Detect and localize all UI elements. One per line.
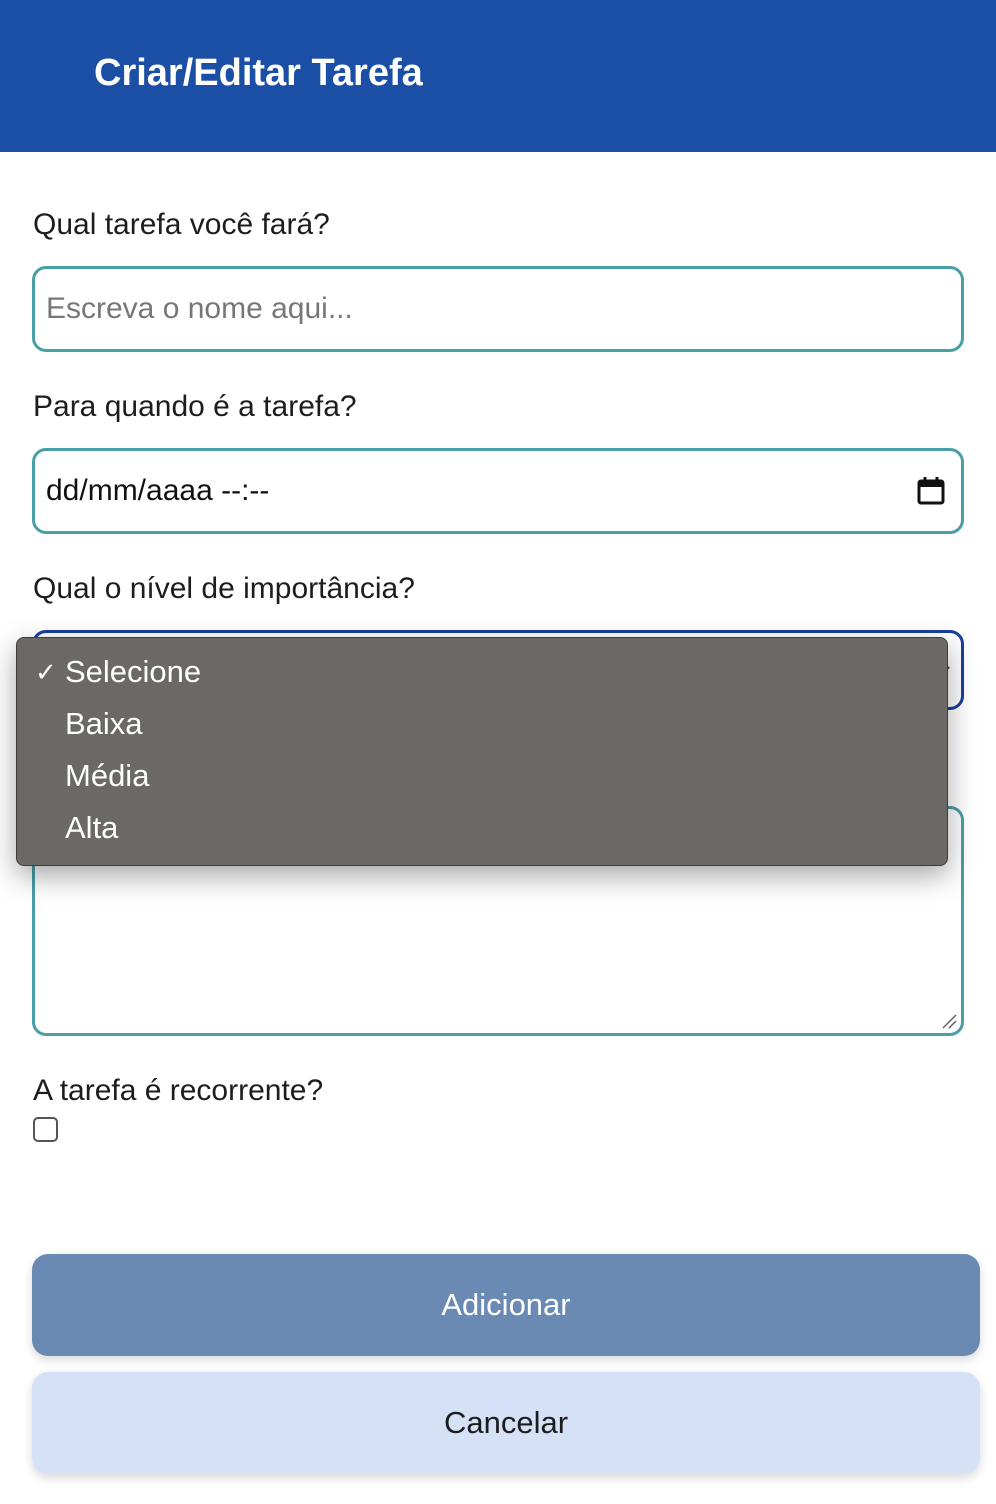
task-name-input[interactable]: Escreva o nome aqui... xyxy=(32,266,964,352)
recurring-checkbox[interactable] xyxy=(33,1117,58,1142)
dropdown-option-label: Baixa xyxy=(65,706,143,741)
add-button[interactable]: Adicionar xyxy=(32,1254,980,1356)
importance-label: Qual o nível de importância? xyxy=(33,572,415,605)
dropdown-option-label: Selecione xyxy=(65,654,202,689)
task-name-label: Qual tarefa você fará? xyxy=(33,208,330,241)
task-date-value: dd/mm/aaaa --:-- xyxy=(46,474,270,507)
recurring-label: A tarefa é recorrente? xyxy=(33,1074,324,1107)
dropdown-option-label: Média xyxy=(65,758,150,793)
page-title: Criar/Editar Tarefa xyxy=(94,52,423,94)
dropdown-option-media[interactable]: Média xyxy=(17,754,947,806)
dropdown-option-selecione[interactable]: ✓ Selecione xyxy=(17,650,947,702)
importance-dropdown-menu: ✓ Selecione Baixa Média Alta xyxy=(16,637,948,866)
cancel-button[interactable]: Cancelar xyxy=(32,1372,980,1474)
resize-handle-icon[interactable] xyxy=(941,1013,957,1029)
dropdown-option-baixa[interactable]: Baixa xyxy=(17,702,947,754)
calendar-icon[interactable] xyxy=(917,476,945,506)
header-bar: Criar/Editar Tarefa xyxy=(0,0,996,152)
task-date-input[interactable]: dd/mm/aaaa --:-- xyxy=(32,448,964,534)
checkmark-icon: ✓ xyxy=(35,657,57,687)
dropdown-option-label: Alta xyxy=(65,810,119,845)
dropdown-option-alta[interactable]: Alta xyxy=(17,806,947,858)
task-date-label: Para quando é a tarefa? xyxy=(33,390,357,423)
task-name-placeholder: Escreva o nome aqui... xyxy=(46,292,353,325)
